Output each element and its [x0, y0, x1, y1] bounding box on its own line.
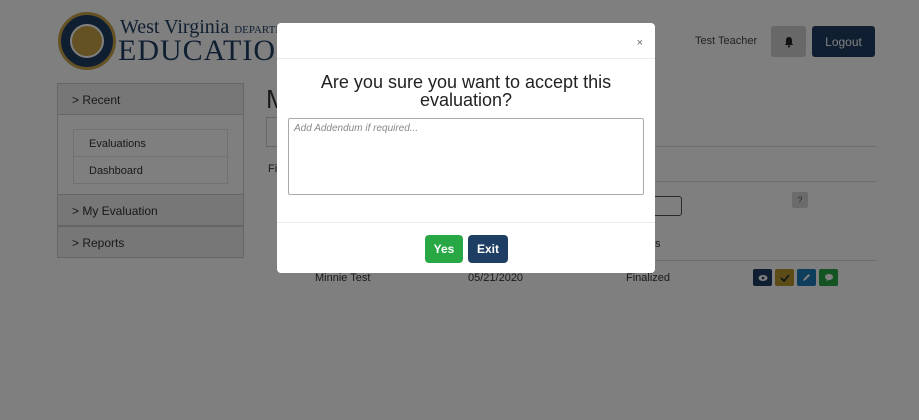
yes-button[interactable]: Yes — [425, 235, 463, 263]
exit-button[interactable]: Exit — [468, 235, 508, 263]
modal-title: Are you sure you want to accept this eva… — [320, 72, 612, 110]
close-icon[interactable]: × — [637, 37, 643, 49]
modal-footer-divider — [277, 222, 655, 223]
modal-header — [277, 23, 655, 59]
addendum-textarea[interactable] — [288, 118, 644, 195]
confirm-accept-dialog: × Are you sure you want to accept this e… — [277, 23, 655, 273]
